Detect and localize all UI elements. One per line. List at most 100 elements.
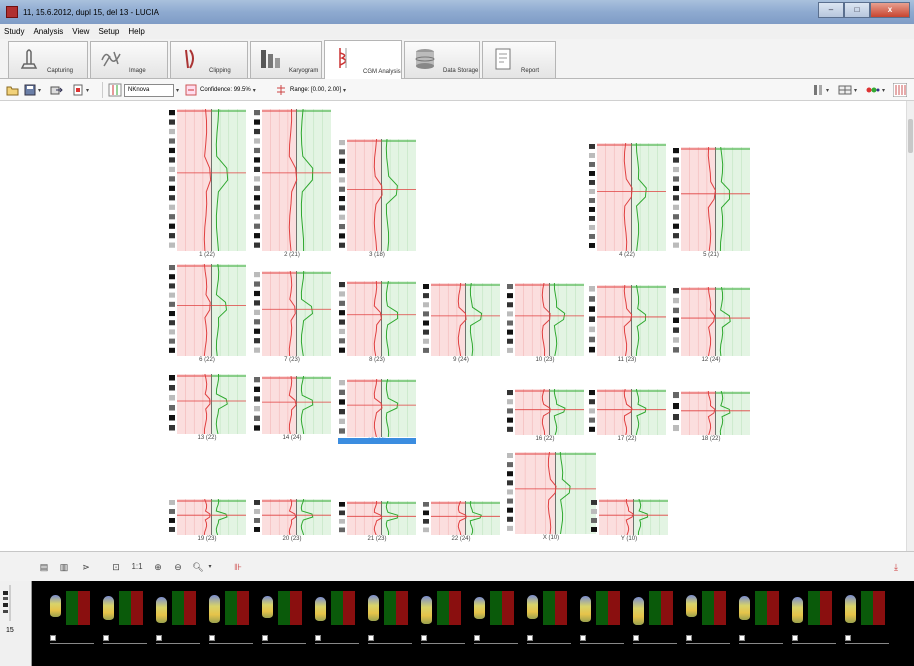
layout-button[interactable]: ▾	[812, 83, 829, 97]
chromosome-panel-17[interactable]: 17 (22)	[588, 389, 666, 445]
chromosome-panel-14[interactable]: 14 (24)	[253, 376, 331, 444]
layout-dropdown-icon[interactable]: ▾	[826, 87, 829, 94]
view-mode-button[interactable]: ▾	[838, 83, 857, 97]
open-button[interactable]	[6, 83, 19, 97]
ratio-profile-plot[interactable]	[177, 109, 246, 251]
split-view-icon[interactable]: ⊪	[232, 561, 244, 573]
print-dropdown-icon[interactable]: ▾	[86, 87, 89, 94]
profile-combo[interactable]: NKnova	[124, 83, 174, 97]
tab-data-storage[interactable]: Data Storage	[404, 41, 480, 78]
chromosome-panel-6[interactable]: 6 (22)	[168, 264, 246, 366]
cell-include-checkbox[interactable]	[103, 635, 109, 641]
profile-selector[interactable]: NKnova ▾	[108, 83, 179, 97]
range-dropdown-icon[interactable]: ▾	[343, 87, 346, 94]
ratio-profile-plot[interactable]	[262, 271, 331, 356]
cell-include-checkbox[interactable]	[739, 635, 745, 641]
vertical-scrollbar[interactable]	[906, 101, 914, 551]
ratio-profile-plot[interactable]	[262, 109, 331, 251]
chromosome-panel-20[interactable]: 20 (23)	[253, 499, 331, 545]
ratio-profile-plot[interactable]	[597, 285, 666, 356]
ratio-profile-plot[interactable]	[347, 139, 416, 251]
color-mode-dropdown-icon[interactable]: ▾	[882, 87, 885, 94]
chromosome-panel-3[interactable]: 3 (18)	[338, 139, 416, 261]
metaphase-list-icon[interactable]: ▤	[38, 561, 50, 573]
chromosome-panel-13[interactable]: 13 (22)	[168, 374, 246, 444]
ratio-profile-plot[interactable]	[431, 283, 500, 356]
chromosome-panel-23[interactable]: X (10)	[506, 452, 596, 544]
view-mode-dropdown-icon[interactable]: ▾	[854, 87, 857, 94]
chromosome-panel-5[interactable]: 5 (21)	[672, 147, 750, 261]
metaphase-grid-icon[interactable]: ▥	[58, 561, 70, 573]
ratio-profile-plot[interactable]	[597, 143, 666, 251]
cell-include-checkbox[interactable]	[845, 635, 851, 641]
zoom-options-icon[interactable]: 🔍︎	[192, 561, 204, 573]
scrollbar-thumb[interactable]	[908, 119, 913, 153]
menu-study[interactable]: Study	[4, 27, 24, 36]
save-dropdown-icon[interactable]: ▾	[38, 87, 41, 94]
chromosome-panel-1[interactable]: 1 (22)	[168, 109, 246, 261]
tab-clipping[interactable]: Clipping	[170, 41, 248, 78]
ratio-profile-plot[interactable]	[515, 283, 584, 356]
bars-view-button[interactable]	[893, 83, 907, 97]
cell-include-checkbox[interactable]	[368, 635, 374, 641]
ratio-profile-plot[interactable]	[262, 376, 331, 434]
chromosome-panel-8[interactable]: 8 (23)	[338, 281, 416, 366]
profile-dropdown-icon[interactable]: ▾	[176, 87, 179, 94]
menu-help[interactable]: Help	[128, 27, 144, 36]
share-icon[interactable]: ⋗	[80, 561, 92, 573]
cell-include-checkbox[interactable]	[686, 635, 692, 641]
chromosome-panel-15[interactable]: 15 (23)	[338, 379, 416, 447]
chromosome-panel-4[interactable]: 4 (22)	[588, 143, 666, 261]
ratio-profile-plot[interactable]	[347, 281, 416, 356]
cell-include-checkbox[interactable]	[792, 635, 798, 641]
chromosome-panel-12[interactable]: 12 (24)	[672, 287, 750, 366]
export-button[interactable]	[50, 83, 63, 97]
menu-setup[interactable]: Setup	[98, 27, 119, 36]
zoom-one-to-one-button[interactable]: 1:1	[128, 561, 146, 573]
cgm-profile-canvas[interactable]: 1 (22) 2 (21) 3 (18) 4 (22) 5 (21) 6 (22) 7 (2…	[0, 101, 914, 551]
zoom-out-icon[interactable]: ⊖	[172, 561, 184, 573]
tab-karyogram[interactable]: Karyogram	[250, 41, 322, 78]
ratio-profile-plot[interactable]	[597, 389, 666, 435]
menu-view[interactable]: View	[72, 27, 89, 36]
tab-cgm-analysis[interactable]: CGM Analysis	[324, 40, 402, 79]
ratio-profile-plot[interactable]	[347, 501, 416, 535]
ratio-profile-plot[interactable]	[515, 389, 584, 435]
ratio-profile-plot[interactable]	[262, 499, 331, 535]
cell-include-checkbox[interactable]	[580, 635, 586, 641]
tab-capturing[interactable]: Capturing	[8, 41, 88, 78]
cell-include-checkbox[interactable]	[156, 635, 162, 641]
minimize-button[interactable]: –	[818, 2, 844, 18]
cell-include-checkbox[interactable]	[421, 635, 427, 641]
ratio-profile-plot[interactable]	[177, 499, 246, 535]
chromosome-panel-7[interactable]: 7 (23)	[253, 271, 331, 366]
ratio-profile-plot[interactable]	[515, 452, 596, 534]
fit-to-window-icon[interactable]: ⊡	[110, 561, 122, 573]
zoom-in-icon[interactable]: ⊕	[152, 561, 164, 573]
ratio-profile-plot[interactable]	[347, 379, 416, 437]
chromosome-panel-18[interactable]: 18 (22)	[672, 391, 750, 445]
maximize-button[interactable]: □	[844, 2, 870, 18]
chromosome-panel-10[interactable]: 10 (23)	[506, 283, 584, 366]
chromosome-panel-24[interactable]: Y (10)	[590, 499, 668, 545]
cell-include-checkbox[interactable]	[633, 635, 639, 641]
confidence-dropdown-icon[interactable]: ▾	[253, 87, 256, 94]
chromosome-panel-16[interactable]: 16 (22)	[506, 389, 584, 445]
cell-include-checkbox[interactable]	[315, 635, 321, 641]
tab-report[interactable]: Report	[482, 41, 556, 78]
cell-include-checkbox[interactable]	[474, 635, 480, 641]
close-button[interactable]: x	[870, 2, 910, 18]
download-icon[interactable]: ⤓	[890, 561, 902, 573]
cell-include-checkbox[interactable]	[262, 635, 268, 641]
cell-include-checkbox[interactable]	[527, 635, 533, 641]
print-button[interactable]: ▾	[72, 83, 89, 97]
ratio-profile-plot[interactable]	[177, 374, 246, 434]
metaphase-strip[interactable]: 15	[0, 581, 914, 666]
ratio-profile-plot[interactable]	[177, 264, 246, 356]
ratio-profile-plot[interactable]	[681, 147, 750, 251]
color-mode-button[interactable]: ▾	[866, 83, 885, 97]
menu-analysis[interactable]: Analysis	[33, 27, 63, 36]
zoom-dropdown-icon[interactable]: ▾	[204, 561, 216, 573]
cell-include-checkbox[interactable]	[209, 635, 215, 641]
chromosome-panel-22[interactable]: 22 (24)	[422, 501, 500, 545]
